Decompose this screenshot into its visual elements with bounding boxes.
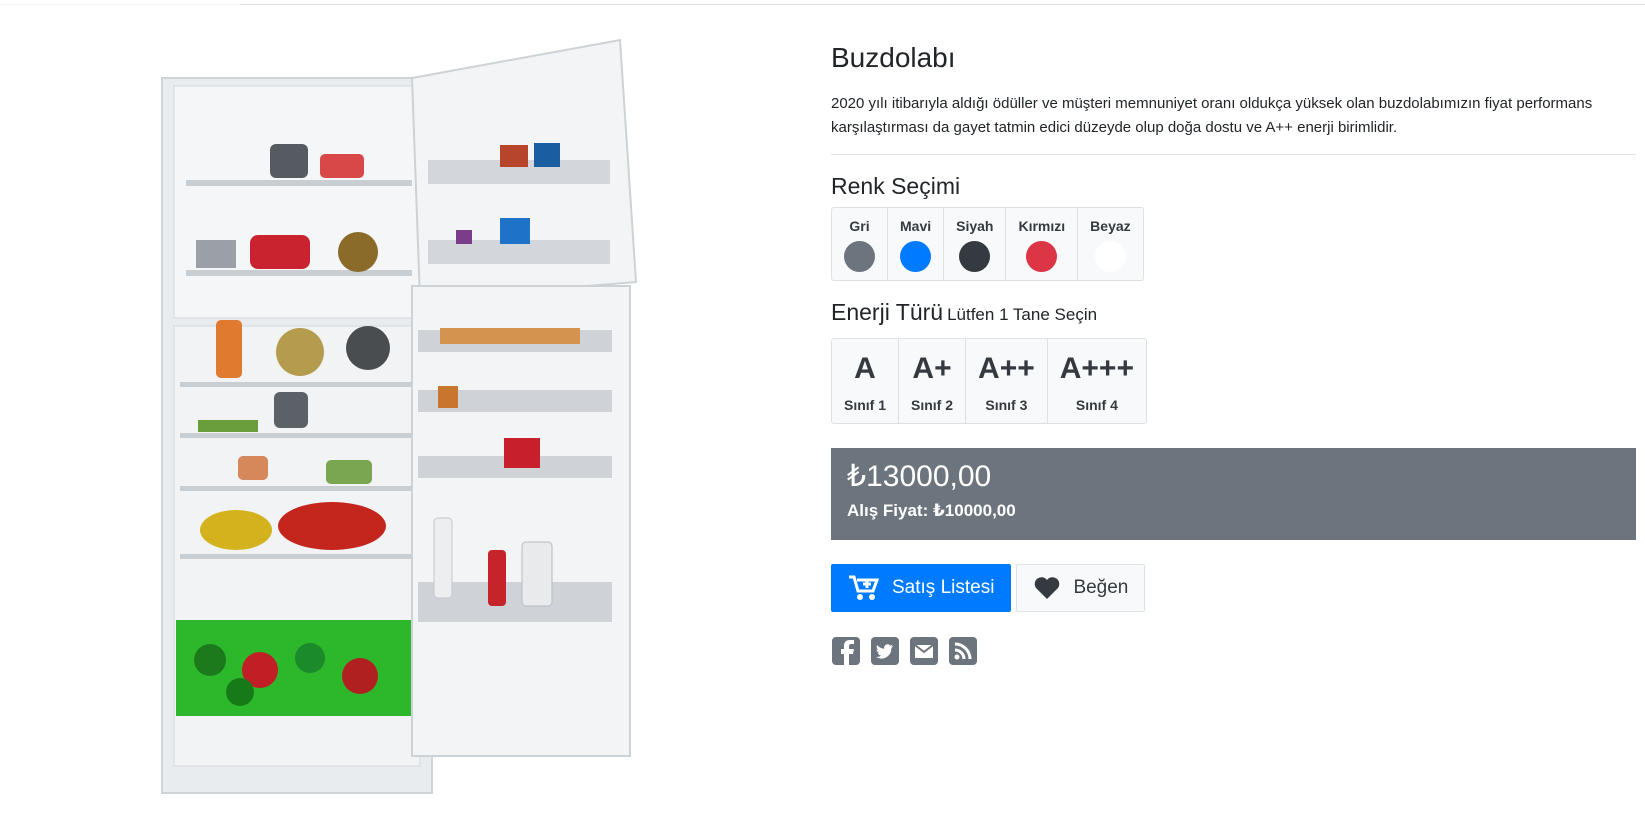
color-swatch	[959, 241, 991, 272]
color-option-label: Siyah	[956, 218, 994, 234]
color-option-label: Mavi	[900, 218, 932, 234]
color-option-siyah[interactable]: Siyah	[944, 208, 1007, 280]
energy-section-hint: Lütfen 1 Tane Seçin	[947, 305, 1098, 324]
product-title: Buzdolabı	[831, 42, 956, 73]
share-icons	[831, 636, 1636, 666]
like-button[interactable]: Beğen	[1016, 564, 1146, 612]
product-image	[150, 30, 690, 810]
envelope-icon[interactable]	[909, 636, 939, 666]
color-option-gri[interactable]: Gri	[832, 208, 888, 280]
twitter-icon[interactable]	[870, 636, 900, 666]
top-divider-left	[0, 4, 240, 5]
sale-price: ₺13000,00	[847, 460, 992, 493]
energy-selector: A Sınıf 1 A+ Sınıf 2 A++ Sınıf 3 A+++ Sı…	[831, 338, 1147, 424]
color-option-label: Beyaz	[1090, 218, 1131, 234]
energy-section-title: Enerji Türü Lütfen 1 Tane Seçin	[831, 297, 1636, 330]
energy-option-a-plus-plus-plus[interactable]: A+++ Sınıf 4	[1048, 339, 1146, 423]
energy-grade: A	[854, 352, 876, 385]
color-option-label: Kırmızı	[1018, 218, 1066, 234]
action-buttons: Satış Listesi Beğen	[831, 564, 1636, 612]
color-option-label: Gri	[849, 218, 870, 234]
add-to-sales-list-label: Satış Listesi	[892, 577, 995, 598]
like-label: Beğen	[1073, 577, 1129, 598]
energy-class-label: Sınıf 4	[1075, 397, 1118, 413]
color-section-label: Renk Seçimi	[831, 173, 961, 199]
color-swatch	[844, 241, 875, 272]
color-swatch	[1094, 241, 1126, 272]
product-description: 2020 yılı itibarıyla aldığı ödüller ve m…	[831, 95, 1593, 136]
energy-section-label: Enerji Türü	[831, 299, 944, 325]
energy-class-label: Sınıf 3	[985, 397, 1028, 413]
purchase-price: Alış Fiyat: ₺10000,00	[847, 501, 1016, 520]
facebook-icon[interactable]	[831, 636, 861, 666]
price-box: ₺13000,00 Alış Fiyat: ₺10000,00	[831, 448, 1636, 540]
energy-class-label: Sınıf 2	[911, 397, 954, 413]
color-swatch	[1026, 241, 1058, 272]
color-section-title: Renk Seçimi	[831, 171, 1636, 201]
heart-icon	[1033, 576, 1061, 600]
energy-grade: A+	[912, 352, 952, 385]
energy-option-a-plus[interactable]: A+ Sınıf 2	[899, 339, 967, 423]
rss-icon[interactable]	[948, 636, 978, 666]
color-selector: Gri Mavi Siyah Kırmızı Beyaz	[831, 207, 1144, 281]
energy-grade: A++	[978, 352, 1035, 385]
energy-option-a-plus-plus[interactable]: A++ Sınıf 3	[966, 339, 1048, 423]
details-divider	[831, 154, 1636, 155]
add-to-sales-list-button[interactable]: Satış Listesi	[831, 564, 1012, 612]
color-option-mavi[interactable]: Mavi	[888, 208, 945, 280]
top-divider	[240, 4, 1645, 5]
cart-plus-icon	[848, 574, 880, 602]
product-details: Buzdolabı 2020 yılı itibarıyla aldığı öd…	[831, 40, 1636, 666]
energy-option-a[interactable]: A Sınıf 1	[832, 339, 900, 423]
color-swatch	[900, 241, 932, 272]
color-option-kirmizi[interactable]: Kırmızı	[1006, 208, 1079, 280]
energy-grade: A+++	[1059, 352, 1134, 385]
energy-class-label: Sınıf 1	[844, 397, 887, 413]
color-option-beyaz[interactable]: Beyaz	[1078, 208, 1142, 280]
